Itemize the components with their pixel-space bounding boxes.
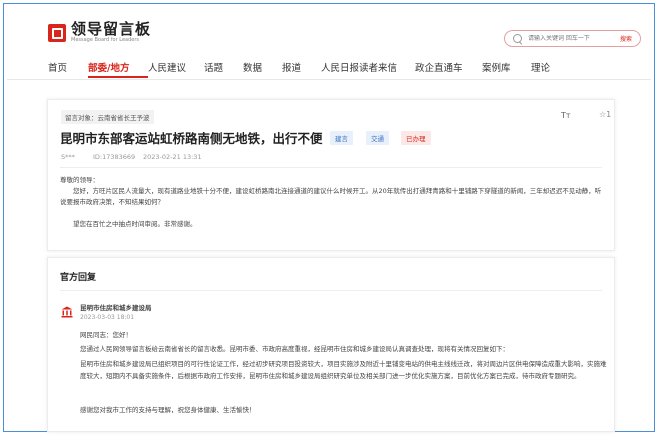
reply-heading: 官方回复 — [60, 273, 97, 283]
message-body: 您好，方旺片区民人流量大，现有道路业地铁十分不便，建设虹桥路南北连接通道的建议什… — [60, 187, 602, 206]
logo-subtitle: Message Board for Leaders — [71, 37, 140, 43]
logo-title: 领导留言板 — [71, 20, 152, 38]
nav-enterprise[interactable]: 政企直通车 — [415, 60, 482, 74]
nav-theory[interactable]: 理论 — [531, 60, 550, 74]
government-building-icon — [61, 306, 73, 318]
nav-home[interactable]: 首页 — [48, 60, 88, 74]
favorite-star[interactable]: ☆1 — [599, 110, 611, 119]
nav-suggestions[interactable]: 人民建议 — [148, 60, 204, 74]
message-greeting: 尊敬的领导： — [60, 176, 99, 184]
reply-date: 2023-03-03 18:01 — [80, 314, 135, 321]
reply-card: 官方回复 昆明市住房和城乡建设局 2023-03-03 18:01 网民同志：您… — [47, 257, 615, 432]
logo-icon — [48, 24, 66, 42]
nav-reports[interactable]: 报道 — [282, 60, 321, 74]
reply-closing: 感谢您对我市工作的支持与理解，祝您身体健康、生活愉快！ — [80, 406, 256, 414]
nav-reader-letters[interactable]: 人民日报读者来信 — [321, 60, 415, 74]
status-badge: 已办理 — [401, 131, 431, 145]
nav-topics[interactable]: 话题 — [204, 60, 243, 74]
message-title: 昆明市东部客运站虹桥路南侧无地铁，出行不便 — [60, 131, 323, 146]
tag-suggestion[interactable]: 建言 — [330, 131, 353, 145]
message-card: 留言对象：云南省省长王予波 Tт ☆1 昆明市东部客运站虹桥路南侧无地铁，出行不… — [47, 99, 615, 251]
nav-ministries-local[interactable]: 部委/地方 — [88, 60, 148, 78]
search-icon — [513, 34, 522, 43]
search-button[interactable]: 搜索 — [620, 34, 632, 43]
nav-divider — [7, 79, 651, 80]
nav-cases[interactable]: 案例库 — [482, 60, 531, 74]
page-frame: 领导留言板 Message Board for Leaders 搜索 首页 部委… — [3, 3, 655, 432]
reply-body: 昆明市住房和城乡建设局已组织项目的可行性论证工作，经过初步研究项目投资较大，项目… — [80, 360, 607, 380]
reply-org: 昆明市住房和城乡建设局 — [80, 304, 152, 312]
nav-data[interactable]: 数据 — [243, 60, 282, 74]
message-id: ID:17383669 — [93, 153, 136, 161]
site-logo[interactable]: 领导留言板 Message Board for Leaders — [48, 22, 151, 44]
reply-divider — [60, 290, 602, 291]
font-size-toggle[interactable]: Tт — [561, 111, 571, 120]
message-divider — [60, 167, 602, 168]
message-date: 2023-02-21 13:31 — [143, 153, 202, 161]
main-nav: 首页 部委/地方 人民建议 话题 数据 报道 人民日报读者来信 政企直通车 案例… — [48, 60, 550, 78]
search-input[interactable] — [528, 35, 612, 42]
recipient-label: 留言对象：云南省省长王予波 — [61, 110, 154, 124]
reply-intro: 您通过人民网领导留言板给云南省省长的留言收悉。昆明市委、市政府高度重视，经昆明市… — [80, 345, 509, 353]
reply-greeting: 网民同志：您好！ — [80, 331, 132, 339]
tag-traffic[interactable]: 交通 — [366, 131, 389, 145]
search-box: 搜索 — [504, 30, 641, 47]
message-closing: 望您在百忙之中抽点时间审阅。非常感谢。 — [60, 220, 197, 228]
message-author: S*** — [61, 153, 75, 161]
